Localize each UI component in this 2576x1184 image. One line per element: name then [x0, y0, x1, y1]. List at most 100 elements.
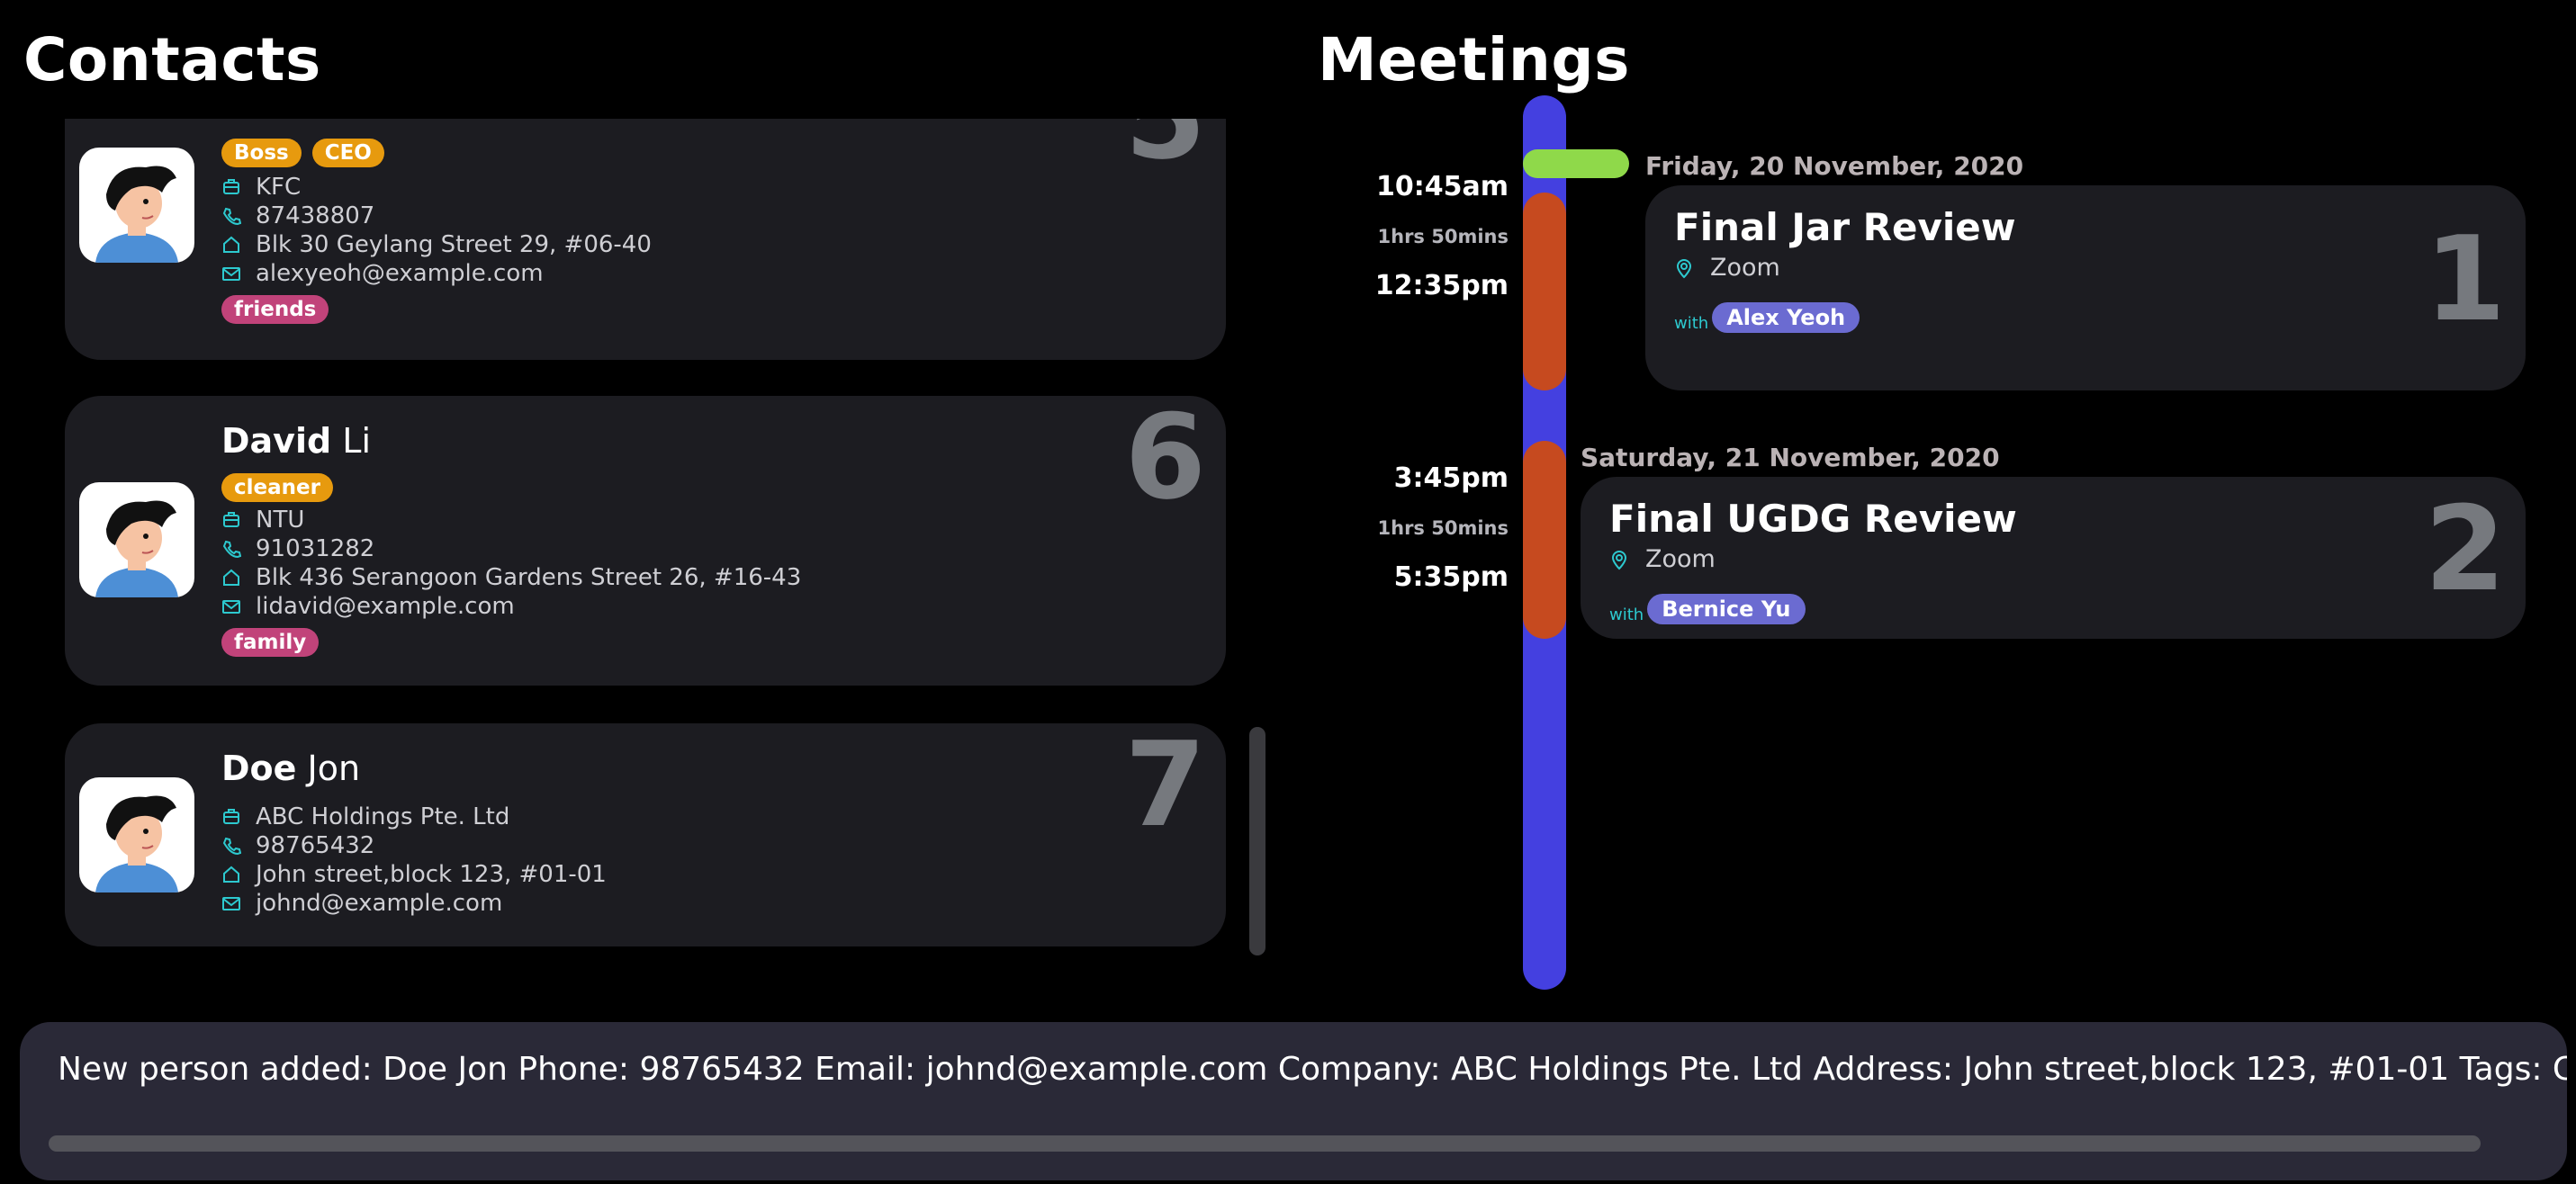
avatar [79, 482, 194, 597]
meeting-date: Friday, 20 November, 2020 [1645, 151, 2024, 181]
meeting-location: Zoom [1674, 254, 1780, 282]
contact-fields: NTU 91031282 Blk 436 Serangoon Gardens S… [221, 506, 801, 621]
phone-icon [222, 540, 241, 559]
contact-last-name: Yeoh [316, 119, 396, 126]
contact-first-name: Doe [221, 749, 297, 788]
contact-index: 5 [1125, 119, 1206, 185]
company-text: KFC [256, 174, 302, 201]
map-pin-icon [1676, 258, 1692, 278]
location-text: Zoom [1645, 545, 1716, 573]
contact-name: David Li [221, 421, 371, 461]
company-field: NTU [221, 506, 801, 534]
address-field: John street,block 123, #01-01 [221, 860, 607, 889]
meeting-date: Saturday, 21 November, 2020 [1581, 443, 2000, 472]
address-field: Blk 436 Serangoon Gardens Street 26, #16… [221, 563, 801, 592]
contact-fields: ABC Holdings Pte. Ltd 98765432 John stre… [221, 803, 607, 918]
with-label: with [1674, 314, 1709, 333]
contact-fields: KFC 87438807 Blk 30 Geylang Street 29, #… [221, 173, 652, 288]
role-tag: cleaner [221, 473, 333, 502]
company-text: NTU [256, 507, 305, 534]
phone-icon [222, 837, 241, 856]
address-field: Blk 30 Geylang Street 29, #06-40 [221, 230, 652, 259]
result-scrollbar[interactable] [49, 1135, 2481, 1152]
mail-icon [222, 600, 240, 614]
map-pin-icon [1611, 550, 1627, 570]
phone-icon [222, 207, 241, 226]
meeting-title: Final UGDG Review [1609, 497, 2017, 541]
company-field: ABC Holdings Pte. Ltd [221, 803, 607, 831]
role-tag: Boss [221, 139, 302, 167]
phone-field: 98765432 [221, 831, 607, 860]
contact-name: Alex Yeoh [221, 119, 396, 126]
contact-card[interactable]: 5 Alex Yeoh Boss CEO KFC [65, 119, 1226, 360]
contacts-title: Contacts [23, 25, 321, 94]
building-icon [223, 512, 239, 527]
result-display[interactable]: New person added: Doe Jon Phone: 9876543… [20, 1022, 2567, 1180]
contact-name: Doe Jon [221, 749, 360, 788]
avatar [79, 777, 194, 892]
meeting-card[interactable]: Final UGDG Review Zoom with Bernice Yu 2 [1581, 477, 2526, 639]
email-text: lidavid@example.com [256, 593, 515, 620]
role-tag: CEO [311, 139, 384, 167]
meetings-title: Meetings [1318, 25, 1630, 94]
contact-card[interactable]: 6 David Li cleaner NTU 91031282 Blk 436 … [65, 389, 1226, 686]
contact-tags: family [221, 628, 320, 657]
home-icon [223, 569, 239, 586]
contacts-scrollbar[interactable] [1249, 727, 1265, 955]
phone-text: 91031282 [256, 535, 375, 562]
meeting-title: Final Jar Review [1674, 205, 2016, 249]
contact-first-name: Alex [221, 119, 305, 126]
meeting-index: 2 [2424, 480, 2506, 617]
current-time-marker [1523, 149, 1629, 178]
contact-first-name: David [221, 421, 332, 461]
meeting-duration: 1hrs 50mins [1377, 226, 1509, 247]
phone-text: 87438807 [256, 202, 375, 229]
location-text: Zoom [1710, 254, 1780, 282]
meeting-duration-bar [1523, 193, 1566, 390]
home-icon [223, 236, 239, 253]
email-field: alexyeoh@example.com [221, 259, 652, 288]
meeting-start-time: 10:45am [1376, 171, 1509, 202]
contact-tag: family [221, 628, 320, 657]
contact-last-name: Li [342, 421, 372, 461]
phone-text: 98765432 [256, 832, 375, 859]
email-text: alexyeoh@example.com [256, 260, 544, 287]
email-field: lidavid@example.com [221, 592, 801, 621]
role-tags: cleaner [221, 473, 333, 502]
meeting-end-time: 12:35pm [1374, 270, 1509, 301]
meeting-duration-bar [1523, 441, 1566, 639]
meeting-location: Zoom [1609, 545, 1716, 573]
meeting-duration: 1hrs 50mins [1377, 517, 1509, 539]
email-text: johnd@example.com [256, 890, 503, 917]
meeting-attendees: with Bernice Yu [1609, 579, 1806, 624]
home-icon [223, 866, 239, 883]
meeting-card[interactable]: Final Jar Review Zoom with Alex Yeoh 1 [1645, 185, 2526, 390]
role-tags: Boss CEO [221, 139, 384, 167]
with-label: with [1609, 605, 1644, 624]
email-field: johnd@example.com [221, 889, 607, 918]
avatar [79, 148, 194, 263]
result-text: New person added: Doe Jon Phone: 9876543… [58, 1051, 2567, 1088]
phone-field: 91031282 [221, 534, 801, 563]
contacts-list[interactable]: 5 Alex Yeoh Boss CEO KFC [65, 119, 1226, 972]
contact-tag: friends [221, 295, 329, 324]
meeting-attendees: with Alex Yeoh [1674, 288, 1860, 333]
contact-index: 6 [1124, 389, 1206, 525]
contact-last-name: Jon [307, 749, 361, 788]
phone-field: 87438807 [221, 202, 652, 230]
attendee-tag: Alex Yeoh [1712, 302, 1860, 333]
address-text: Blk 30 Geylang Street 29, #06-40 [256, 231, 652, 258]
mail-icon [222, 897, 240, 910]
building-icon [223, 179, 239, 194]
meeting-index: 1 [2424, 211, 2506, 347]
meeting-start-time: 3:45pm [1393, 462, 1509, 494]
building-icon [223, 809, 239, 824]
contact-tags: friends [221, 295, 329, 324]
company-field: KFC [221, 173, 652, 202]
meeting-end-time: 5:35pm [1393, 561, 1509, 593]
address-text: Blk 436 Serangoon Gardens Street 26, #16… [256, 564, 802, 591]
contact-card[interactable]: 7 Doe Jon ABC Holdings Pte. Ltd 98765432 [65, 716, 1226, 946]
contact-index: 7 [1124, 716, 1206, 853]
address-text: John street,block 123, #01-01 [256, 861, 607, 888]
company-text: ABC Holdings Pte. Ltd [256, 803, 510, 830]
